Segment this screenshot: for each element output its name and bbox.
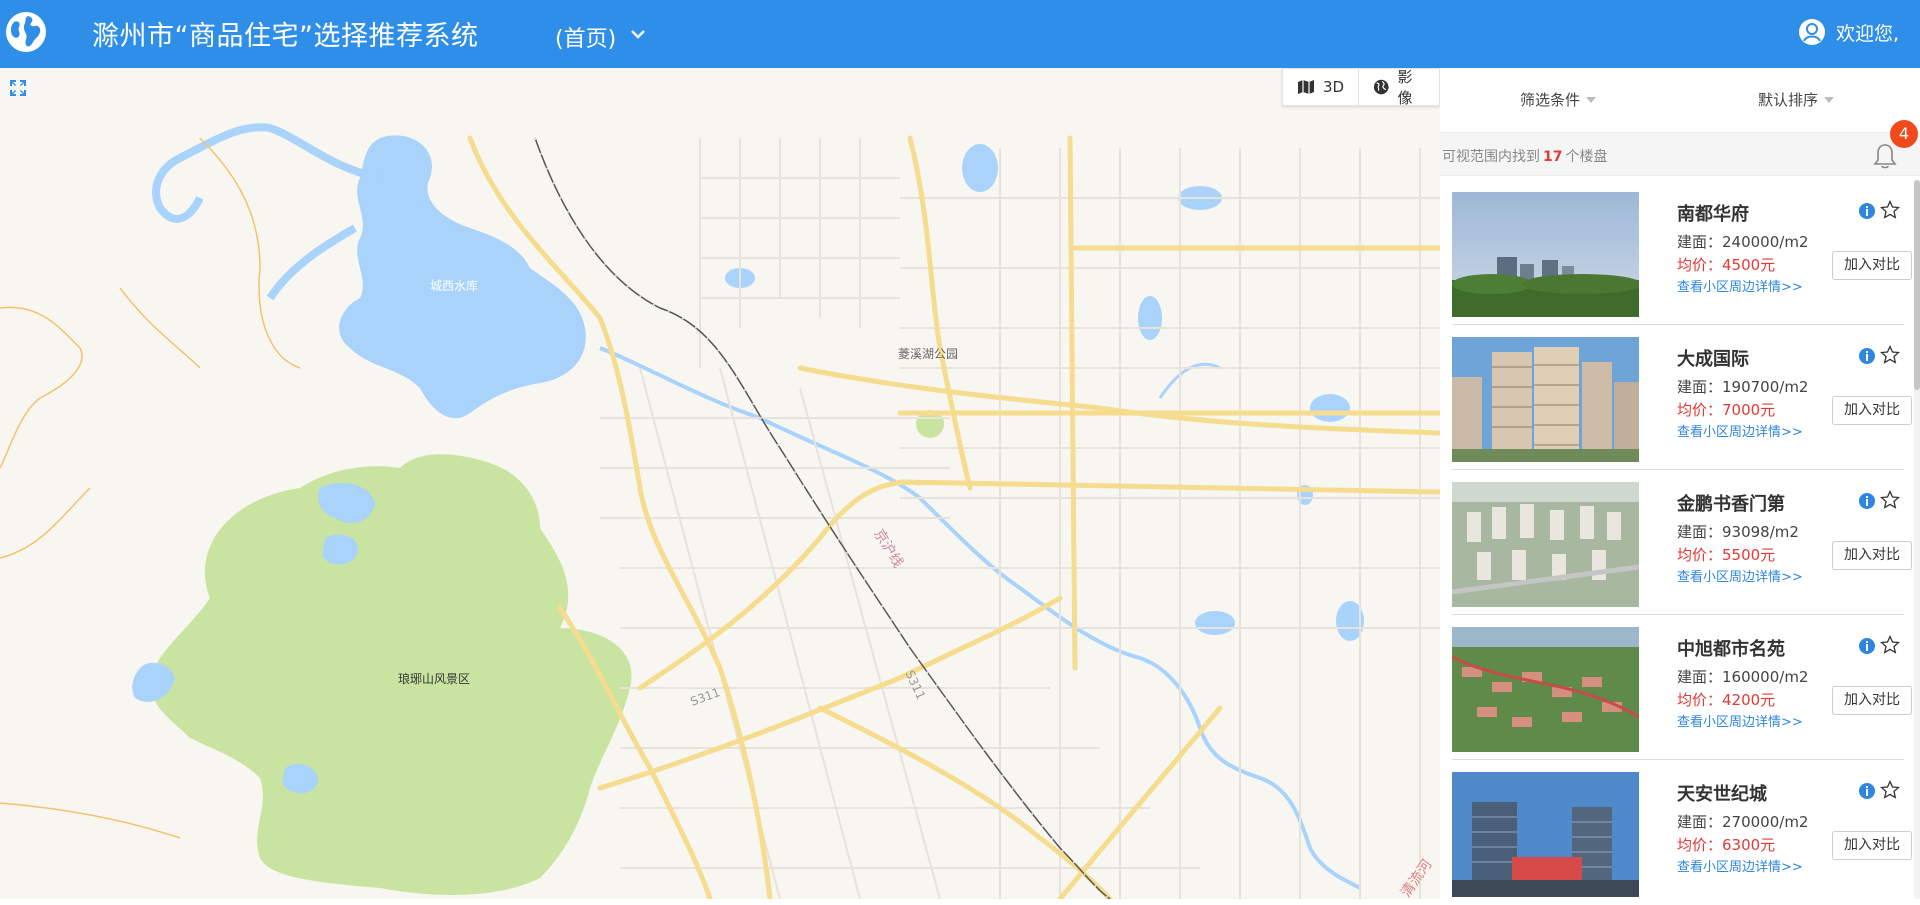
- map-imagery-label: 影像: [1397, 68, 1413, 107]
- listing-area: 建面：160000/m2: [1677, 668, 1809, 686]
- star-icon[interactable]: [1880, 780, 1900, 800]
- info-icon[interactable]: [1858, 637, 1876, 655]
- sort-label: 默认排序: [1758, 91, 1819, 109]
- listing-name[interactable]: 大成国际: [1677, 345, 1749, 371]
- listing-detail-link[interactable]: 查看小区周边详情>>: [1677, 711, 1803, 730]
- listing-price: 均价：4200元: [1677, 691, 1776, 709]
- map-imagery-button[interactable]: 影像: [1358, 68, 1439, 107]
- map-label-scenic: 琅琊山风景区: [398, 672, 471, 686]
- listing-item[interactable]: 中旭都市名苑 建面：160000/m2 均价：4200元 查看小区周边详情>> …: [1452, 615, 1912, 760]
- map-label-reservoir: 城西水库: [430, 279, 479, 293]
- listing-area: 建面：190700/m2: [1677, 378, 1809, 396]
- add-compare-button[interactable]: 加入对比: [1832, 541, 1912, 570]
- star-icon[interactable]: [1880, 490, 1900, 510]
- sort-dropdown[interactable]: 默认排序: [1758, 89, 1835, 110]
- scrollbar-thumb[interactable]: [1914, 180, 1920, 390]
- star-icon[interactable]: [1880, 635, 1900, 655]
- result-count: 可视范围内找到 17 个楼盘: [1442, 146, 1607, 166]
- add-compare-button[interactable]: 加入对比: [1832, 396, 1912, 425]
- listing-detail-link[interactable]: 查看小区周边详情>>: [1677, 566, 1803, 585]
- map-mode-control: 3D 影像: [1282, 68, 1440, 107]
- count-prefix: 可视范围内找到: [1442, 149, 1540, 165]
- result-count-bar: 可视范围内找到 17 个楼盘 4: [1440, 120, 1920, 176]
- chevron-down-icon[interactable]: [628, 26, 648, 42]
- listing-price: 均价：7000元: [1677, 401, 1776, 419]
- listing-area: 建面：93098/m2: [1677, 523, 1799, 541]
- map-3d-button[interactable]: 3D: [1283, 69, 1358, 105]
- user-icon[interactable]: [1798, 18, 1826, 46]
- filter-bar: 筛选条件 默认排序: [1440, 68, 1920, 132]
- listing-price: 均价：4500元: [1677, 256, 1776, 274]
- info-icon[interactable]: [1858, 492, 1876, 510]
- caret-down-icon: [1824, 96, 1835, 103]
- info-icon[interactable]: [1858, 782, 1876, 800]
- listing-list: 南都华府 建面：240000/m2 均价：4500元 查看小区周边详情>> 加入…: [1440, 180, 1912, 905]
- app-title: 滁州市“商品住宅”选择推荐系统: [92, 21, 479, 52]
- listing-name[interactable]: 金鹏书香门第: [1677, 490, 1785, 516]
- listing-price: 均价：5500元: [1677, 546, 1776, 564]
- add-compare-button[interactable]: 加入对比: [1832, 686, 1912, 715]
- map-view[interactable]: 3D 影像 城西水库 菱溪湖公园 琅琊山风景区 S311 S311 京沪线 清流…: [0, 68, 1440, 899]
- listing-name[interactable]: 天安世纪城: [1677, 780, 1767, 806]
- listing-thumbnail[interactable]: [1452, 627, 1639, 752]
- globe-icon[interactable]: [4, 10, 48, 54]
- listing-item[interactable]: 大成国际 建面：190700/m2 均价：7000元 查看小区周边详情>> 加入…: [1452, 325, 1912, 470]
- listing-panel: 筛选条件 默认排序 可视范围内找到 17 个楼盘 4 南都华府 建面：24000…: [1440, 68, 1920, 899]
- listing-detail-link[interactable]: 查看小区周边详情>>: [1677, 856, 1803, 875]
- listing-thumbnail[interactable]: [1452, 772, 1639, 897]
- filter-label: 筛选条件: [1520, 91, 1581, 109]
- page-subtitle[interactable]: (首页): [555, 21, 616, 53]
- listing-area: 建面：240000/m2: [1677, 233, 1809, 251]
- count-suffix: 个楼盘: [1565, 149, 1608, 165]
- listing-thumbnail[interactable]: [1452, 192, 1639, 317]
- listing-area: 建面：270000/m2: [1677, 813, 1809, 831]
- info-icon[interactable]: [1858, 202, 1876, 220]
- expand-icon[interactable]: [8, 78, 28, 98]
- listing-detail-link[interactable]: 查看小区周边详情>>: [1677, 276, 1803, 295]
- listing-name[interactable]: 南都华府: [1677, 200, 1749, 226]
- globe-icon: [1374, 79, 1389, 95]
- listing-thumbnail[interactable]: [1452, 482, 1639, 607]
- listing-price: 均价：6300元: [1677, 836, 1776, 854]
- listing-detail-link[interactable]: 查看小区周边详情>>: [1677, 421, 1803, 440]
- map-label-park: 菱溪湖公园: [898, 347, 959, 361]
- bell-icon[interactable]: [1872, 142, 1898, 170]
- app-header: 滁州市“商品住宅”选择推荐系统 (首页) 欢迎您,: [0, 0, 1920, 68]
- caret-down-icon: [1586, 96, 1597, 103]
- info-icon[interactable]: [1858, 347, 1876, 365]
- star-icon[interactable]: [1880, 345, 1900, 365]
- map-icon: [1298, 80, 1314, 94]
- add-compare-button[interactable]: 加入对比: [1832, 251, 1912, 280]
- map-3d-label: 3D: [1323, 78, 1345, 96]
- map-canvas[interactable]: [0, 68, 1440, 899]
- add-compare-button[interactable]: 加入对比: [1832, 831, 1912, 860]
- listing-thumbnail[interactable]: [1452, 337, 1639, 462]
- welcome-text[interactable]: 欢迎您,: [1836, 19, 1899, 46]
- listing-name[interactable]: 中旭都市名苑: [1677, 635, 1785, 661]
- count-value: 17: [1543, 149, 1563, 165]
- notification-badge[interactable]: 4: [1890, 120, 1918, 148]
- listing-item[interactable]: 南都华府 建面：240000/m2 均价：4500元 查看小区周边详情>> 加入…: [1452, 180, 1912, 325]
- filter-dropdown[interactable]: 筛选条件: [1520, 89, 1597, 110]
- listing-item[interactable]: 天安世纪城 建面：270000/m2 均价：6300元 查看小区周边详情>> 加…: [1452, 760, 1912, 905]
- star-icon[interactable]: [1880, 200, 1900, 220]
- listing-item[interactable]: 金鹏书香门第 建面：93098/m2 均价：5500元 查看小区周边详情>> 加…: [1452, 470, 1912, 615]
- listing-scrollbar[interactable]: [1914, 180, 1920, 899]
